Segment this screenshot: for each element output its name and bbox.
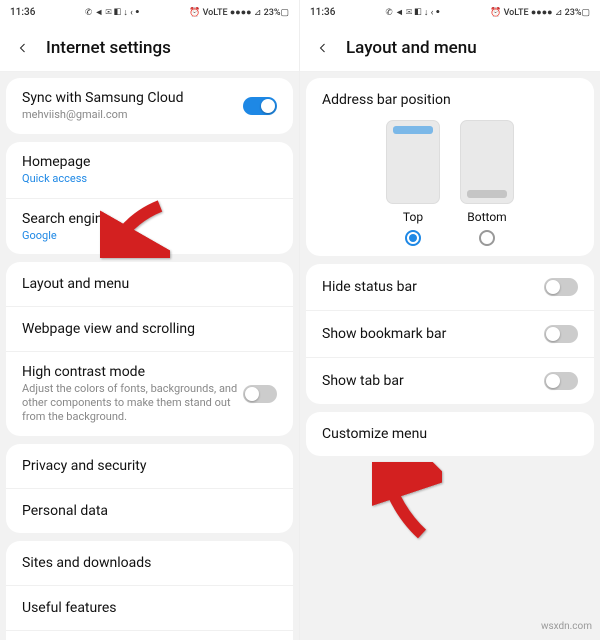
row-sites[interactable]: Sites and downloads xyxy=(6,541,293,586)
status-right-icons: ⏰ VoLTE ●●●● ⊿ 23%▢ xyxy=(189,7,289,18)
row-hide-status[interactable]: Hide status bar xyxy=(306,264,594,311)
homepage-title: Homepage xyxy=(22,154,277,170)
header-right: Layout and menu xyxy=(300,24,600,72)
search-sub: Google xyxy=(22,229,277,243)
contrast-sub: Adjust the colors of fonts, backgrounds,… xyxy=(22,382,243,423)
status-left-icons: ✆ ◄ ✉ ◧ ↓ ‹ ꔷ xyxy=(85,7,140,18)
row-show-tab[interactable]: Show tab bar xyxy=(306,358,594,404)
contrast-title: High contrast mode xyxy=(22,364,243,380)
personal-label: Personal data xyxy=(22,503,108,519)
row-useful[interactable]: Useful features xyxy=(6,586,293,631)
hide-status-toggle[interactable] xyxy=(544,278,578,296)
row-high-contrast[interactable]: High contrast mode Adjust the colors of … xyxy=(6,352,293,435)
row-homepage[interactable]: Homepage Quick access xyxy=(6,142,293,199)
sync-toggle[interactable] xyxy=(243,97,277,115)
option-top[interactable]: Top xyxy=(386,120,440,246)
sites-label: Sites and downloads xyxy=(22,555,151,571)
page-title: Internet settings xyxy=(46,38,171,58)
back-icon[interactable] xyxy=(314,39,332,57)
status-right-icons: ⏰ VoLTE ●●●● ⊿ 23%▢ xyxy=(490,7,590,18)
option-bottom[interactable]: Bottom xyxy=(460,120,514,246)
bookmark-toggle[interactable] xyxy=(544,325,578,343)
mock-top-icon xyxy=(386,120,440,204)
status-left-icons: ✆ ◄ ✉ ◧ ↓ ‹ ꔷ xyxy=(386,7,441,18)
row-labs[interactable]: Labs xyxy=(6,631,293,640)
homepage-sub: Quick access xyxy=(22,172,277,186)
opt-bottom-label: Bottom xyxy=(467,210,506,224)
status-time: 11:36 xyxy=(10,7,35,18)
row-privacy[interactable]: Privacy and security xyxy=(6,444,293,489)
status-bar: 11:36 ✆ ◄ ✉ ◧ ↓ ‹ ꔷ ⏰ VoLTE ●●●● ⊿ 23%▢ xyxy=(300,0,600,24)
radio-bottom[interactable] xyxy=(479,230,495,246)
useful-label: Useful features xyxy=(22,600,117,616)
phone-right: 11:36 ✆ ◄ ✉ ◧ ↓ ‹ ꔷ ⏰ VoLTE ●●●● ⊿ 23%▢ … xyxy=(300,0,600,640)
header-left: Internet settings xyxy=(0,24,299,72)
bookmark-label: Show bookmark bar xyxy=(322,326,446,342)
webpage-label: Webpage view and scrolling xyxy=(22,321,195,337)
privacy-label: Privacy and security xyxy=(22,458,146,474)
sync-sub: mehviish@gmail.com xyxy=(22,108,243,122)
page-title: Layout and menu xyxy=(346,38,477,58)
customize-label: Customize menu xyxy=(322,426,427,442)
row-show-bookmark[interactable]: Show bookmark bar xyxy=(306,311,594,358)
row-search-engine[interactable]: Search engine Google xyxy=(6,199,293,255)
hide-status-label: Hide status bar xyxy=(322,279,417,295)
mock-bottom-icon xyxy=(460,120,514,204)
row-layout-menu[interactable]: Layout and menu xyxy=(6,262,293,307)
row-personal[interactable]: Personal data xyxy=(6,489,293,533)
layout-label: Layout and menu xyxy=(22,276,129,292)
opt-top-label: Top xyxy=(403,210,423,224)
sync-title: Sync with Samsung Cloud xyxy=(22,90,243,106)
radio-top[interactable] xyxy=(405,230,421,246)
contrast-toggle[interactable] xyxy=(243,385,277,403)
status-time: 11:36 xyxy=(310,7,335,18)
address-bar-section: Address bar position Top Bottom xyxy=(306,78,594,256)
search-title: Search engine xyxy=(22,211,277,227)
status-bar: 11:36 ✆ ◄ ✉ ◧ ↓ ‹ ꔷ ⏰ VoLTE ●●●● ⊿ 23%▢ xyxy=(0,0,299,24)
abpos-title: Address bar position xyxy=(322,92,578,108)
back-icon[interactable] xyxy=(14,39,32,57)
row-customize-menu[interactable]: Customize menu xyxy=(306,412,594,456)
tab-label: Show tab bar xyxy=(322,373,404,389)
row-sync[interactable]: Sync with Samsung Cloud mehviish@gmail.c… xyxy=(6,78,293,134)
watermark: wsxdn.com xyxy=(541,621,592,632)
row-webpage-view[interactable]: Webpage view and scrolling xyxy=(6,307,293,352)
phone-left: 11:36 ✆ ◄ ✉ ◧ ↓ ‹ ꔷ ⏰ VoLTE ●●●● ⊿ 23%▢ … xyxy=(0,0,300,640)
tab-toggle[interactable] xyxy=(544,372,578,390)
